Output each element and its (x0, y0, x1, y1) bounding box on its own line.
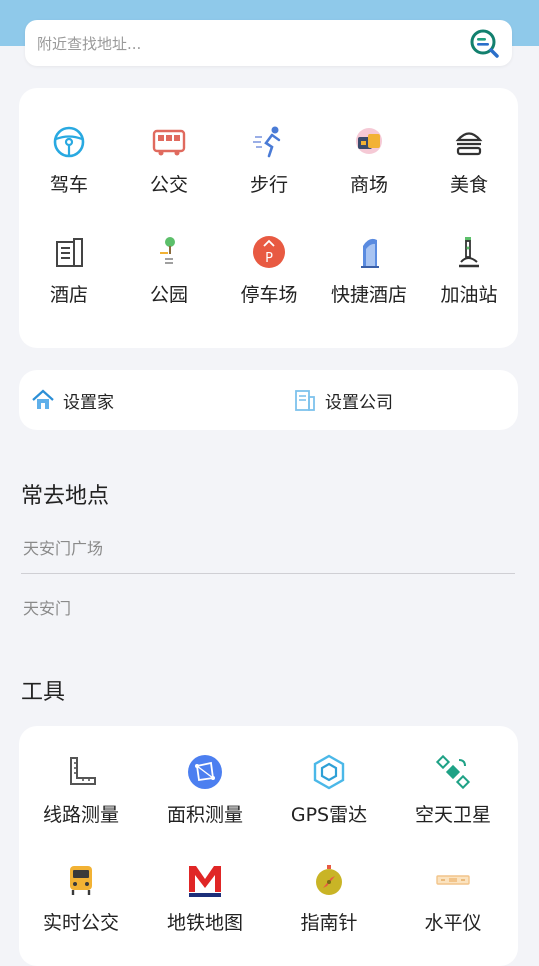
tool-level[interactable]: 水平仪 (391, 862, 515, 935)
gas-station-icon (459, 237, 479, 268)
category-label: 酒店 (49, 284, 88, 306)
tool-label: 实时公交 (42, 912, 119, 934)
tool-label: 地铁地图 (166, 912, 243, 934)
search-bar[interactable]: 附近查找地址... (25, 20, 512, 66)
ruler-icon (70, 757, 96, 785)
tool-label: GPS雷达 (290, 804, 368, 826)
category-label: 快捷酒店 (330, 284, 407, 306)
set-home-label: 设置家 (63, 392, 114, 413)
tool-label: 面积测量 (166, 804, 243, 826)
category-grid: 驾车 公交 步行 商场 美食 酒店 公园 P 停车场 快捷酒店 加油站 (19, 88, 518, 348)
category-hotel[interactable]: 酒店 (19, 234, 119, 307)
category-label: 加油站 (440, 284, 498, 306)
category-walking[interactable]: 步行 (219, 124, 319, 197)
tools-title: 工具 (21, 680, 66, 705)
set-company-button[interactable]: 设置公司 (293, 370, 393, 430)
search-input[interactable]: 附近查找地址... (37, 33, 468, 54)
tower-hotel-icon (361, 238, 379, 268)
steering-wheel-icon (53, 126, 85, 158)
tool-compass[interactable]: 指南针 (267, 862, 391, 935)
tool-route-measure[interactable]: 线路测量 (19, 754, 143, 827)
tools-grid: 线路测量 面积测量 GPS雷达 空天卫星 实时公交 地铁地图 指南针 水平仪 (19, 726, 518, 966)
home-company-card: 设置家 设置公司 (19, 370, 518, 430)
home-icon (32, 389, 54, 409)
frequent-place-item[interactable]: 天安门 (23, 595, 71, 619)
category-label: 停车场 (240, 284, 298, 306)
category-mall[interactable]: 商场 (319, 124, 419, 197)
compass-icon (316, 865, 342, 895)
park-tree-icon (160, 237, 175, 264)
search-icon[interactable] (468, 27, 500, 59)
svg-text:P: P (265, 251, 273, 266)
tool-label: 指南针 (300, 912, 358, 934)
walking-person-icon (253, 126, 281, 158)
frequent-place-item[interactable]: 天安门广场 (23, 535, 103, 559)
area-measure-icon (188, 755, 222, 789)
set-company-label: 设置公司 (325, 392, 393, 413)
metro-icon (189, 866, 221, 897)
category-label: 商场 (349, 174, 388, 196)
frequent-places-title: 常去地点 (21, 484, 110, 509)
tool-gps-radar[interactable]: GPS雷达 (267, 754, 391, 827)
hexagon-radar-icon (313, 754, 345, 790)
tool-metro-map[interactable]: 地铁地图 (143, 862, 267, 935)
category-label: 驾车 (49, 174, 88, 196)
category-food[interactable]: 美食 (419, 124, 519, 197)
category-park[interactable]: 公园 (119, 234, 219, 307)
category-label: 步行 (249, 174, 288, 196)
category-label: 公交 (149, 174, 188, 196)
category-gas-station[interactable]: 加油站 (419, 234, 519, 307)
level-icon (436, 875, 470, 885)
shopping-mall-icon (356, 128, 382, 154)
tool-area-measure[interactable]: 面积测量 (143, 754, 267, 827)
tool-label: 水平仪 (424, 912, 482, 934)
category-label: 美食 (449, 174, 488, 196)
tool-realtime-bus[interactable]: 实时公交 (19, 862, 143, 935)
category-express-hotel[interactable]: 快捷酒店 (319, 234, 419, 307)
divider (21, 573, 515, 574)
tool-label: 空天卫星 (414, 804, 491, 826)
tool-satellite[interactable]: 空天卫星 (391, 754, 515, 827)
tool-label: 线路测量 (42, 804, 119, 826)
bus-icon (152, 129, 186, 156)
burger-icon (455, 132, 483, 156)
category-driving[interactable]: 驾车 (19, 124, 119, 197)
satellite-icon (435, 754, 471, 790)
category-parking[interactable]: P 停车场 (219, 234, 319, 307)
category-bus[interactable]: 公交 (119, 124, 219, 197)
hotel-building-icon (56, 238, 83, 267)
set-home-button[interactable]: 设置家 (31, 370, 114, 430)
office-building-icon (295, 390, 315, 411)
parking-icon: P (253, 236, 285, 268)
realtime-bus-icon (70, 866, 92, 895)
category-label: 公园 (149, 284, 188, 306)
